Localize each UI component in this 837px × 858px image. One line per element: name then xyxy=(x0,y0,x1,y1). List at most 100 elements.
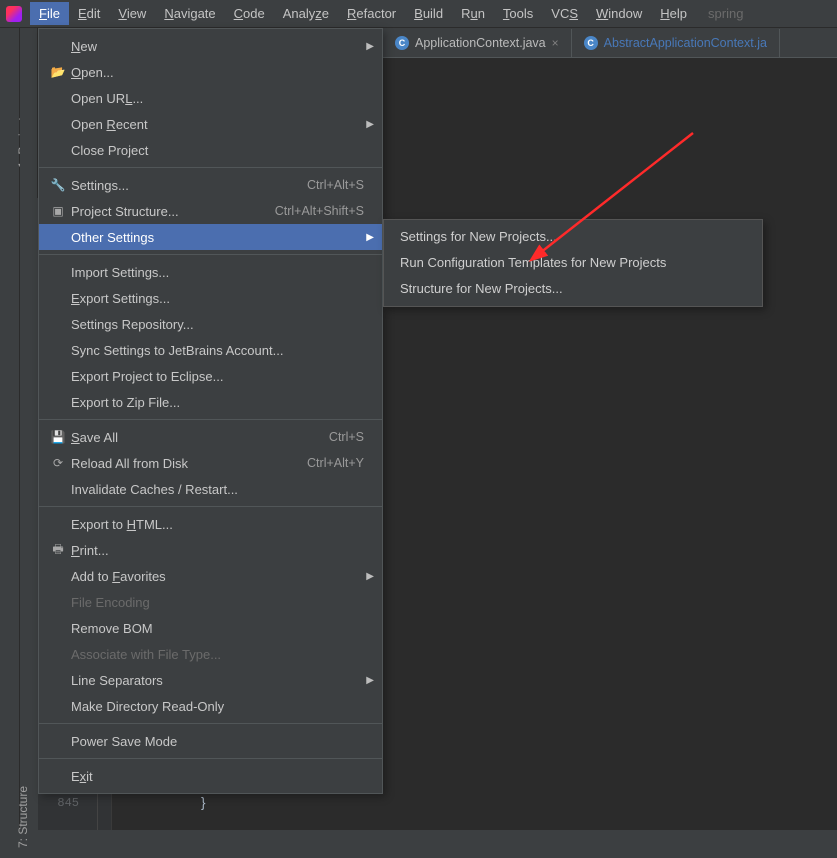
menu-item-label: Exit xyxy=(71,769,364,784)
menu-item-line-separators[interactable]: Line Separators▶ xyxy=(39,667,382,693)
submenu-arrow-icon: ▶ xyxy=(366,119,374,130)
menu-item-label: Export Project to Eclipse... xyxy=(71,369,364,384)
menu-item-label: Add to Favorites xyxy=(71,569,364,584)
project-stripe xyxy=(20,28,38,198)
shortcut-label: Ctrl+Alt+S xyxy=(307,178,364,192)
menu-item-make-directory-read-only[interactable]: Make Directory Read-Only xyxy=(39,693,382,719)
menu-item-invalidate-caches-restart[interactable]: Invalidate Caches / Restart... xyxy=(39,476,382,502)
menu-item-label: Invalidate Caches / Restart... xyxy=(71,482,364,497)
menu-item-open-url[interactable]: Open URL... xyxy=(39,85,382,111)
menu-item-open-recent[interactable]: Open Recent▶ xyxy=(39,111,382,137)
menu-item-label: Associate with File Type... xyxy=(71,647,364,662)
menu-item-save-all[interactable]: 💾 Save AllCtrl+S xyxy=(39,424,382,450)
submenu-arrow-icon: ▶ xyxy=(366,41,374,52)
menu-vcs[interactable]: VCS xyxy=(542,2,587,25)
menu-help[interactable]: Help xyxy=(651,2,696,25)
menu-code[interactable]: Code xyxy=(225,2,274,25)
menu-item-label: Close Project xyxy=(71,143,364,158)
menu-item-label: Open... xyxy=(71,65,364,80)
menu-window[interactable]: Window xyxy=(587,2,651,25)
submenu-item[interactable]: Settings for New Projects... xyxy=(384,224,762,250)
menu-edit[interactable]: Edit xyxy=(69,2,109,25)
menu-item-label: Print... xyxy=(71,543,364,558)
tab-label: ApplicationContext.java xyxy=(415,36,546,50)
shortcut-label: Ctrl+Alt+Y xyxy=(307,456,364,470)
menu-item-add-to-favorites[interactable]: Add to Favorites▶ xyxy=(39,563,382,589)
menu-item-remove-bom[interactable]: Remove BOM xyxy=(39,615,382,641)
open-icon: 📂 xyxy=(49,65,67,79)
menu-item-label: Export Settings... xyxy=(71,291,364,306)
menu-item-label: Make Directory Read-Only xyxy=(71,699,364,714)
menu-item-label: Reload All from Disk xyxy=(71,456,307,471)
reload-icon: ⟳ xyxy=(49,456,67,470)
other-settings-submenu: Settings for New Projects...Run Configur… xyxy=(383,219,763,307)
menu-item-import-settings[interactable]: Import Settings... xyxy=(39,259,382,285)
submenu-arrow-icon: ▶ xyxy=(366,571,374,582)
menu-item-label: Export to HTML... xyxy=(71,517,364,532)
menu-bar: FileEditViewNavigateCodeAnalyzeRefactorB… xyxy=(0,0,837,28)
print-icon: 🖶 xyxy=(49,540,67,561)
menu-item-associate-with-file-type: Associate with File Type... xyxy=(39,641,382,667)
menu-item-close-project[interactable]: Close Project xyxy=(39,137,382,163)
menu-item-label: Open Recent xyxy=(71,117,364,132)
close-icon[interactable]: × xyxy=(552,36,559,50)
class-icon: C xyxy=(584,36,598,50)
menu-item-label: Remove BOM xyxy=(71,621,364,636)
menu-item-label: Import Settings... xyxy=(71,265,364,280)
menu-tools[interactable]: Tools xyxy=(494,2,542,25)
menu-item-label: Line Separators xyxy=(71,673,364,688)
menu-item-label: New xyxy=(71,39,364,54)
editor-tab[interactable]: C ApplicationContext.java × xyxy=(383,29,572,57)
menu-item-exit[interactable]: Exit xyxy=(39,763,382,789)
wrench-icon: 🔧 xyxy=(49,178,67,192)
editor-tab[interactable]: C AbstractApplicationContext.ja xyxy=(572,29,780,57)
menu-item-reload-all-from-disk[interactable]: ⟳ Reload All from DiskCtrl+Alt+Y xyxy=(39,450,382,476)
submenu-item[interactable]: Structure for New Projects... xyxy=(384,276,762,302)
menu-item-export-settings[interactable]: Export Settings... xyxy=(39,285,382,311)
menu-refactor[interactable]: Refactor xyxy=(338,2,405,25)
menu-file[interactable]: File xyxy=(30,2,69,25)
struct-icon: ▣ xyxy=(49,204,67,218)
submenu-item[interactable]: Run Configuration Templates for New Proj… xyxy=(384,250,762,276)
menu-item-label: Settings Repository... xyxy=(71,317,364,332)
menu-item-label: Save All xyxy=(71,430,329,445)
save-icon: 💾 xyxy=(49,430,67,444)
tool-structure[interactable]: 7: Structure xyxy=(16,786,30,848)
menu-item-sync-settings-to-jetbrains-account[interactable]: Sync Settings to JetBrains Account... xyxy=(39,337,382,363)
file-menu-dropdown: New▶📂Open...Open URL...Open Recent▶Close… xyxy=(38,28,383,794)
menu-item-settings[interactable]: 🔧 Settings...Ctrl+Alt+S xyxy=(39,172,382,198)
menu-item-new[interactable]: New▶ xyxy=(39,33,382,59)
left-tool-stripe: 1: Project 7: Structure xyxy=(0,28,20,830)
menu-item-label: Other Settings xyxy=(71,230,364,245)
menu-item-export-to-zip-file[interactable]: Export to Zip File... xyxy=(39,389,382,415)
class-icon: C xyxy=(395,36,409,50)
submenu-arrow-icon: ▶ xyxy=(366,232,374,243)
shortcut-label: Ctrl+Alt+Shift+S xyxy=(275,204,364,218)
menu-item-label: Sync Settings to JetBrains Account... xyxy=(71,343,364,358)
menu-item-other-settings[interactable]: Other Settings▶ xyxy=(39,224,382,250)
menu-item-file-encoding: File Encoding xyxy=(39,589,382,615)
menu-item-label: Project Structure... xyxy=(71,204,275,219)
menu-item-power-save-mode[interactable]: Power Save Mode xyxy=(39,728,382,754)
tab-label: AbstractApplicationContext.ja xyxy=(604,36,767,50)
menu-item-print[interactable]: 🖶 Print... xyxy=(39,537,382,563)
menu-view[interactable]: View xyxy=(109,2,155,25)
menu-item-export-to-html[interactable]: Export to HTML... xyxy=(39,511,382,537)
menu-item-open[interactable]: 📂 Open... xyxy=(39,59,382,85)
menu-item-settings-repository[interactable]: Settings Repository... xyxy=(39,311,382,337)
menu-item-label: Export to Zip File... xyxy=(71,395,364,410)
breadcrumb-trail: spring xyxy=(708,6,743,21)
menu-item-label: Power Save Mode xyxy=(71,734,364,749)
menu-navigate[interactable]: Navigate xyxy=(155,2,224,25)
menu-analyze[interactable]: Analyze xyxy=(274,2,338,25)
menu-item-label: File Encoding xyxy=(71,595,364,610)
app-logo xyxy=(6,6,22,22)
menu-run[interactable]: Run xyxy=(452,2,494,25)
menu-build[interactable]: Build xyxy=(405,2,452,25)
menu-item-label: Open URL... xyxy=(71,91,364,106)
submenu-arrow-icon: ▶ xyxy=(366,675,374,686)
shortcut-label: Ctrl+S xyxy=(329,430,364,444)
menu-item-project-structure[interactable]: ▣ Project Structure...Ctrl+Alt+Shift+S xyxy=(39,198,382,224)
menu-item-export-project-to-eclipse[interactable]: Export Project to Eclipse... xyxy=(39,363,382,389)
menu-item-label: Settings... xyxy=(71,178,307,193)
